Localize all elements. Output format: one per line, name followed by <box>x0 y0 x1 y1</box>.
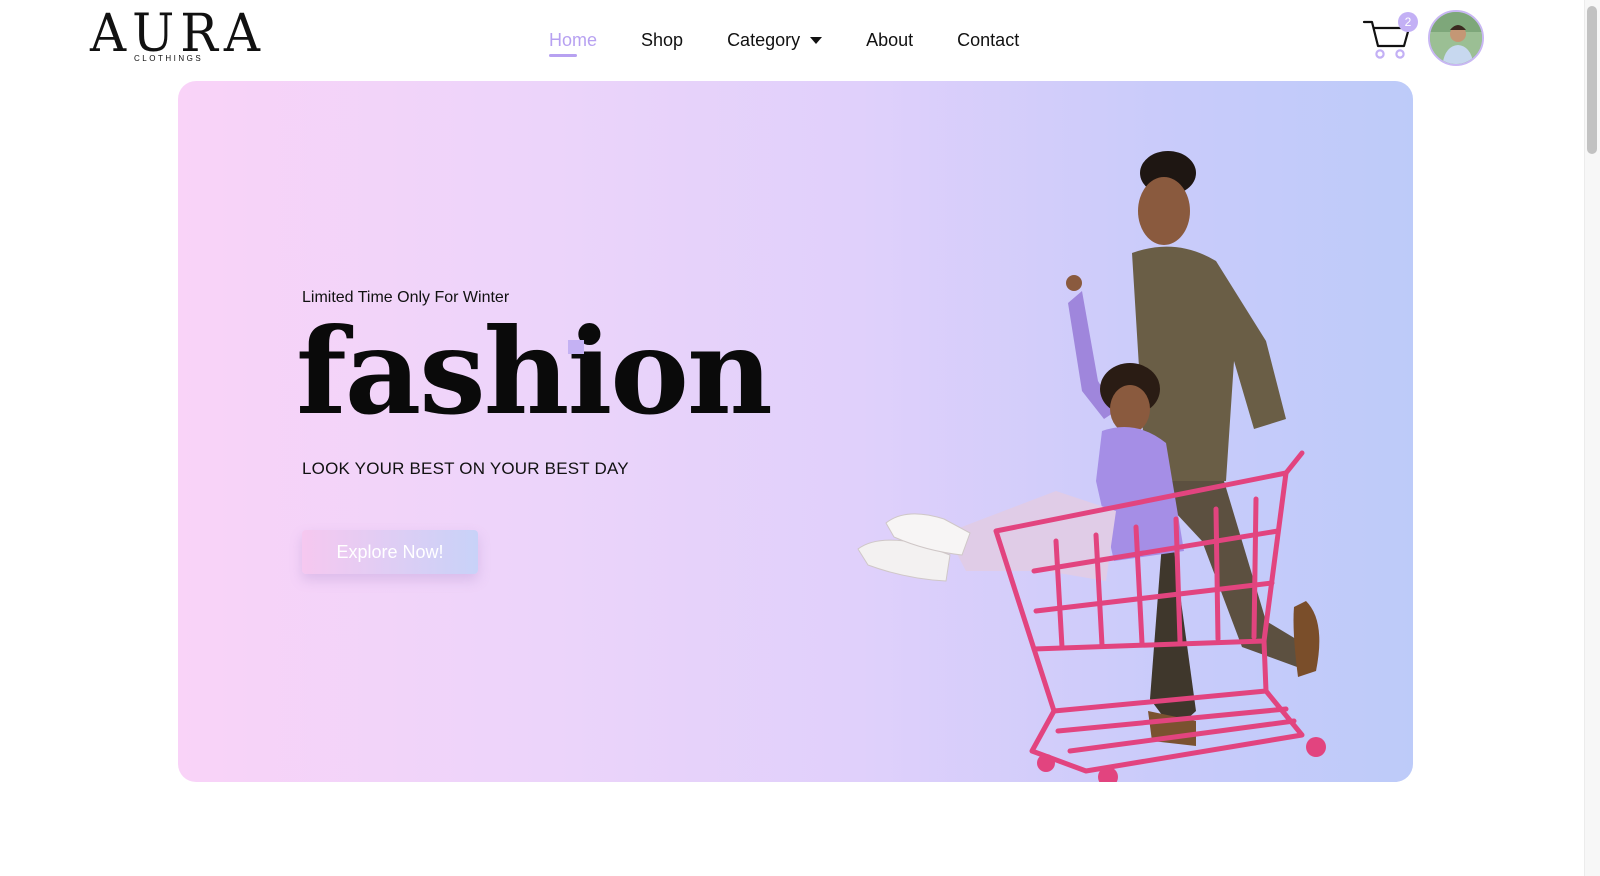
hero-banner: Limited Time Only For Winter fashion LOO… <box>178 81 1413 782</box>
scrollbar-thumb[interactable] <box>1587 6 1597 154</box>
brand-logo[interactable]: AURA CLOTHINGS <box>90 7 260 66</box>
hero-headline: fashion <box>296 302 773 441</box>
cart-count-badge: 2 <box>1398 12 1418 32</box>
nav-category[interactable]: Category <box>727 30 823 51</box>
explore-now-button[interactable]: Explore Now! <box>302 530 478 574</box>
hero-tagline: LOOK YOUR BEST ON YOUR BEST DAY <box>302 459 629 478</box>
headline-accent-dot <box>568 340 584 354</box>
nav-contact[interactable]: Contact <box>957 30 1019 51</box>
hero-image-couple-cart <box>857 151 1326 782</box>
site-header: AURA CLOTHINGS Home Shop Category About … <box>0 0 1584 80</box>
nav-category-label: Category <box>727 30 801 50</box>
main-nav: Home Shop Category About Contact <box>549 30 1063 57</box>
chevron-down-icon <box>810 36 823 44</box>
nav-home[interactable]: Home <box>549 30 597 57</box>
avatar-image <box>1430 12 1482 64</box>
page-scrollbar[interactable] <box>1584 0 1600 876</box>
nav-shop[interactable]: Shop <box>641 30 683 51</box>
nav-about[interactable]: About <box>866 30 913 51</box>
logo-subtitle: CLOTHINGS <box>132 54 206 63</box>
user-avatar[interactable] <box>1428 10 1484 66</box>
logo-wordmark: AURA <box>90 2 267 64</box>
